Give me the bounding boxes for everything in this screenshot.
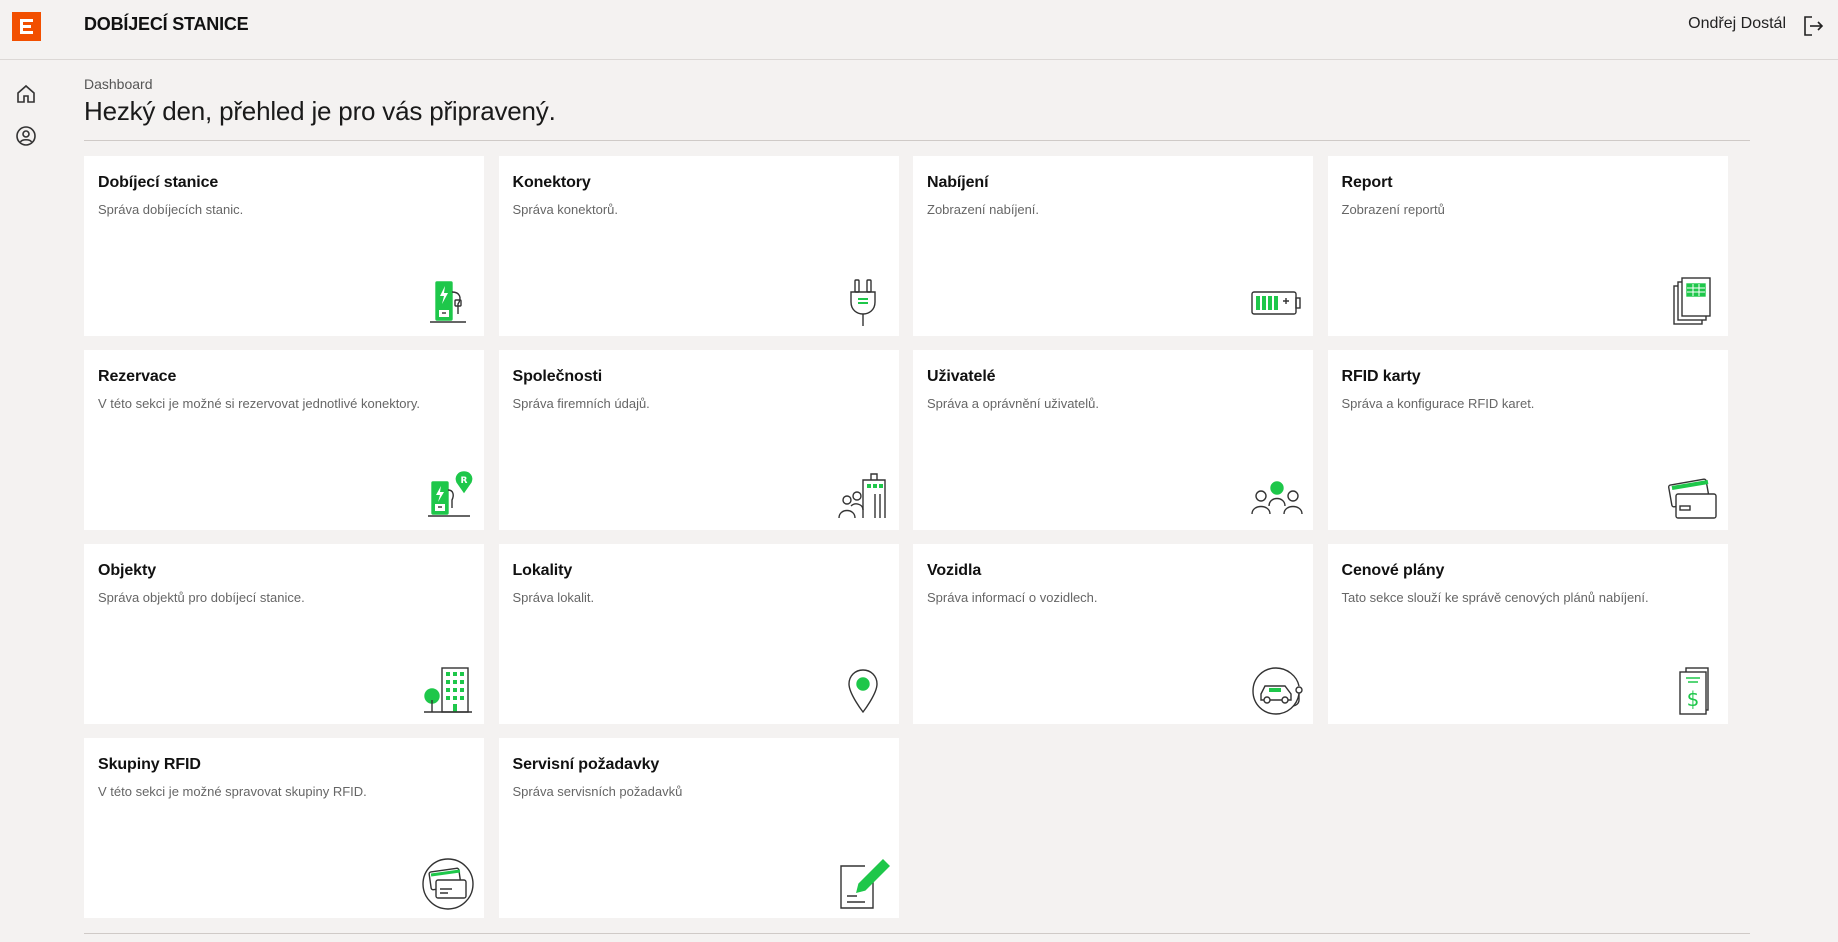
card-description: Správa lokalit.: [512, 590, 595, 605]
card-description: Zobrazení reportů: [1341, 202, 1445, 217]
svg-text:$: $: [1686, 687, 1699, 711]
card-title: Dobíjecí stanice: [98, 174, 219, 191]
card-description: Zobrazení nabíjení.: [927, 202, 1040, 217]
profile-icon[interactable]: [14, 124, 38, 148]
card-connectors[interactable]: Konektory Správa konektorů.: [498, 156, 899, 336]
svg-text:R: R: [461, 476, 468, 486]
user-name[interactable]: Ondřej Dostál: [1688, 15, 1786, 33]
card-description: Správa informací o vozidlech.: [927, 590, 1098, 605]
card-title: Servisní požadavky: [512, 756, 660, 773]
card-title: Report: [1341, 174, 1393, 191]
app-title: DOBÍJECÍ STANICE: [84, 14, 249, 34]
users-icon: [1249, 468, 1305, 524]
price-plan-icon: $: [1664, 662, 1720, 718]
company-icon: [835, 468, 891, 524]
card-title: Společnosti: [512, 368, 603, 385]
dashboard-grid: Dobíjecí stanice Správa dobíjecích stani…: [84, 156, 1728, 918]
plug-icon: [835, 274, 891, 330]
card-description: Správa servisních požadavků: [512, 784, 683, 799]
card-companies[interactable]: Společnosti Správa firemních údajů.: [498, 350, 899, 530]
card-charging[interactable]: Nabíjení Zobrazení nabíjení.: [913, 156, 1313, 336]
divider: [84, 140, 1750, 141]
card-description: Tato sekce slouží ke správě cenových plá…: [1341, 590, 1649, 605]
charging-station-icon: [420, 274, 476, 330]
card-users[interactable]: Uživatelé Správa a oprávnění uživatelů.: [913, 350, 1313, 530]
card-description: Správa dobíjecích stanic.: [98, 202, 244, 217]
card-objects[interactable]: Objekty Správa objektů pro dobíjecí stan…: [84, 544, 484, 724]
card-locations[interactable]: Lokality Správa lokalit.: [498, 544, 899, 724]
reservation-icon: R: [420, 468, 476, 524]
card-title: Skupiny RFID: [98, 756, 201, 773]
logout-icon[interactable]: [1800, 13, 1826, 39]
divider: [84, 933, 1750, 934]
card-description: V této sekci je možné si rezervovat jedn…: [98, 396, 421, 411]
card-title: Vozidla: [927, 562, 982, 579]
home-icon[interactable]: [14, 82, 38, 106]
card-rfid-cards[interactable]: RFID karty Správa a konfigurace RFID kar…: [1327, 350, 1728, 530]
vehicle-icon: [1249, 662, 1305, 718]
report-icon: [1664, 274, 1720, 330]
breadcrumb[interactable]: Dashboard: [84, 76, 153, 92]
card-description: Správa konektorů.: [512, 202, 619, 217]
rfid-group-icon: [420, 856, 476, 912]
card-title: Lokality: [512, 562, 573, 579]
card-report[interactable]: Report Zobrazení reportů: [1327, 156, 1728, 336]
card-description: Správa a oprávnění uživatelů.: [927, 396, 1099, 411]
card-title: Uživatelé: [927, 368, 996, 385]
service-request-icon: [835, 856, 891, 912]
card-vehicles[interactable]: Vozidla Správa informací o vozidlech.: [913, 544, 1313, 724]
card-reservations[interactable]: Rezervace V této sekci je možné si rezer…: [84, 350, 484, 530]
card-title: RFID karty: [1341, 368, 1421, 385]
card-title: Konektory: [512, 174, 591, 191]
card-rfid-groups[interactable]: Skupiny RFID V této sekci je možné sprav…: [84, 738, 484, 918]
cez-logo-icon[interactable]: [12, 12, 41, 41]
card-description: Správa firemních údajů.: [512, 396, 650, 411]
card-charging-stations[interactable]: Dobíjecí stanice Správa dobíjecích stani…: [84, 156, 484, 336]
battery-icon: [1249, 274, 1305, 330]
page-title: Hezký den, přehled je pro vás připravený…: [84, 96, 556, 126]
card-description: Správa objektů pro dobíjecí stanice.: [98, 590, 305, 605]
card-title: Nabíjení: [927, 174, 989, 191]
rfid-card-icon: [1664, 468, 1720, 524]
card-title: Objekty: [98, 562, 156, 579]
location-pin-icon: [835, 662, 891, 718]
card-price-plans[interactable]: Cenové plány Tato sekce slouží ke správě…: [1327, 544, 1728, 724]
card-service-requests[interactable]: Servisní požadavky Správa servisních pož…: [498, 738, 899, 918]
card-title: Rezervace: [98, 368, 177, 385]
card-description: V této sekci je možné spravovat skupiny …: [98, 784, 367, 799]
card-title: Cenové plány: [1341, 562, 1445, 579]
building-icon: [420, 662, 476, 718]
card-description: Správa a konfigurace RFID karet.: [1341, 396, 1535, 411]
top-bar: DOBÍJECÍ STANICE Ondřej Dostál: [0, 0, 1838, 60]
